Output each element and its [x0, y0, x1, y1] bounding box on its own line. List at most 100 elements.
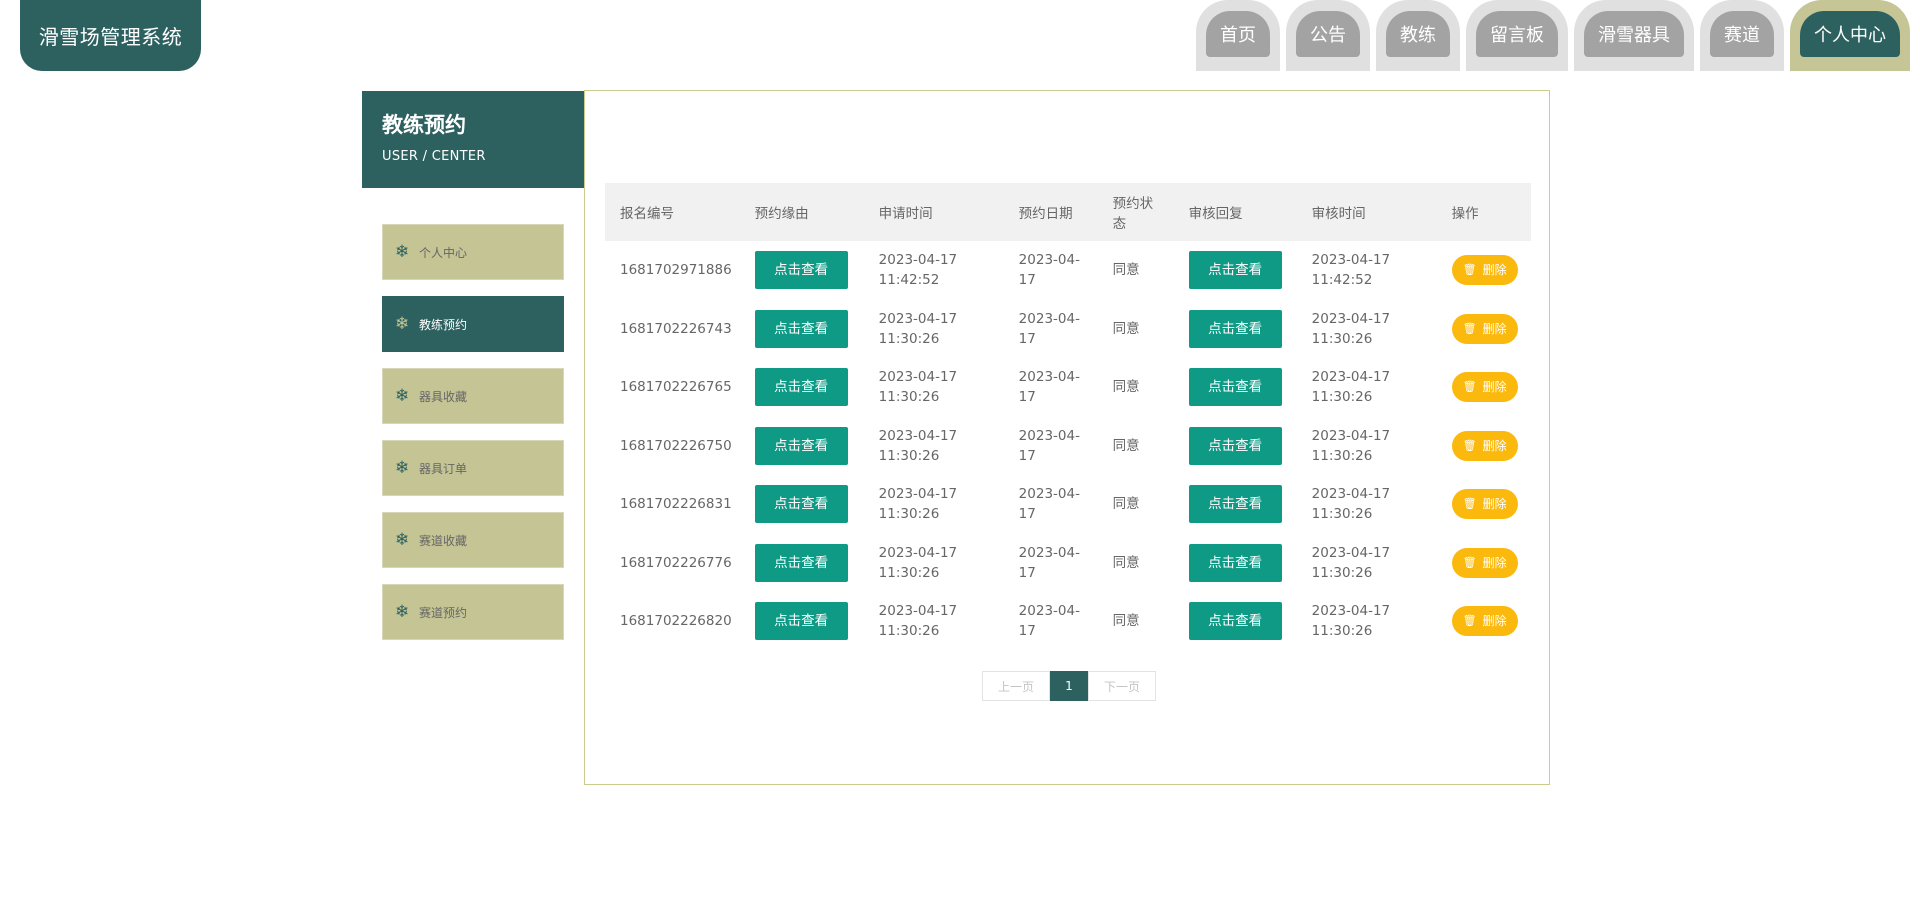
sidebar-item-track-booking[interactable]: ❄ 赛道预约 [382, 584, 564, 640]
header-status: 预约状态 [1112, 196, 1154, 232]
cell-reply: 点击查看 [1174, 358, 1297, 417]
sidebar-item-user-center[interactable]: ❄ 个人中心 [382, 224, 564, 280]
cell-reply: 点击查看 [1174, 300, 1297, 359]
cell-apply-time: 2023-04-17 11:30:26 [878, 369, 958, 406]
view-reply-button[interactable]: 点击查看 [1188, 309, 1282, 348]
prev-page-button[interactable]: 上一页 [982, 671, 1050, 701]
nav-item-label: 教练 [1386, 11, 1450, 57]
nav-item-label: 留言板 [1476, 11, 1558, 57]
sidebar-item-label: 赛道收藏 [419, 533, 468, 548]
delete-button[interactable]: 🗑 删除 [1451, 255, 1518, 286]
cell-apply-time: 2023-04-17 11:30:26 [878, 603, 958, 640]
view-reason-button[interactable]: 点击查看 [754, 309, 848, 348]
cell-no: 1681702226831 [620, 496, 732, 513]
header-no: 报名编号 [620, 206, 674, 222]
cell-date: 2023-04-17 [1018, 252, 1080, 289]
cell-date: 2023-04-17 [1018, 486, 1080, 523]
nav-item-label: 个人中心 [1800, 11, 1900, 57]
delete-button[interactable]: 🗑 删除 [1451, 547, 1518, 578]
view-reason-button[interactable]: 点击查看 [754, 543, 848, 582]
view-reply-button[interactable]: 点击查看 [1188, 251, 1282, 290]
delete-button[interactable]: 🗑 删除 [1451, 313, 1518, 344]
table-row: 1681702226750 点击查看 2023-04-17 11:30:26 2… [605, 417, 1531, 476]
cell-apply-time: 2023-04-17 11:30:26 [878, 544, 958, 581]
cell-no: 1681702226765 [620, 379, 732, 396]
page-number-button[interactable]: 1 [1050, 671, 1088, 701]
trash-icon: 🗑 [1462, 555, 1477, 569]
table-row: 1681702226776 点击查看 2023-04-17 11:30:26 2… [605, 534, 1531, 593]
sidebar-item-coach-booking[interactable]: ❄ 教练预约 [382, 296, 564, 352]
nav-item-label: 公告 [1296, 11, 1360, 57]
header-apply-time: 申请时间 [878, 206, 933, 222]
sidebar-item-label: 器具收藏 [419, 389, 468, 404]
nav-item-notice[interactable]: 公告 [1286, 0, 1370, 71]
trash-icon: 🗑 [1462, 497, 1477, 511]
cell-reply: 点击查看 [1174, 475, 1297, 534]
table-header-row: 报名编号 预约缘由 申请时间 预约日期 预约状态 审核回复 审核时间 操作 [605, 183, 1531, 241]
nav-item-track[interactable]: 赛道 [1700, 0, 1784, 71]
sidebar-item-equipment-orders[interactable]: ❄ 器具订单 [382, 440, 564, 496]
sidebar-item-equipment-favorites[interactable]: ❄ 器具收藏 [382, 368, 564, 424]
delete-button[interactable]: 🗑 删除 [1451, 489, 1518, 520]
view-reason-button[interactable]: 点击查看 [754, 485, 848, 524]
header-reply: 审核回复 [1188, 206, 1243, 222]
snowflake-icon: ❄ [395, 602, 410, 622]
trash-icon: 🗑 [1462, 438, 1477, 452]
view-reply-button[interactable]: 点击查看 [1188, 485, 1282, 524]
sidebar-item-track-favorites[interactable]: ❄ 赛道收藏 [382, 512, 564, 568]
view-reason-button[interactable]: 点击查看 [754, 251, 848, 290]
cell-audit-time: 2023-04-17 11:30:26 [1311, 486, 1391, 523]
cell-status: 同意 [1112, 554, 1140, 571]
view-reason-button[interactable]: 点击查看 [754, 602, 848, 641]
sidebar-title: 教练预约 [382, 113, 466, 137]
app-logo[interactable]: 滑雪场管理系统 [20, 0, 201, 71]
nav-item-ski-equipment[interactable]: 滑雪器具 [1574, 0, 1694, 71]
view-reply-button[interactable]: 点击查看 [1188, 602, 1282, 641]
booking-table-wrapper: 报名编号 预约缘由 申请时间 预约日期 预约状态 审核回复 审核时间 操作 16… [605, 183, 1531, 651]
cell-no: 1681702226743 [620, 320, 732, 337]
delete-label: 删除 [1482, 555, 1507, 570]
sidebar-header: 教练预约 USER / CENTER [362, 91, 584, 188]
view-reason-button[interactable]: 点击查看 [754, 368, 848, 407]
cell-reply: 点击查看 [1174, 417, 1297, 476]
main-panel: 报名编号 预约缘由 申请时间 预约日期 预约状态 审核回复 审核时间 操作 16… [584, 90, 1550, 785]
cell-action: 🗑 删除 [1437, 592, 1531, 651]
delete-label: 删除 [1482, 263, 1507, 278]
delete-button[interactable]: 🗑 删除 [1451, 606, 1518, 637]
table-row: 1681702226743 点击查看 2023-04-17 11:30:26 2… [605, 300, 1531, 359]
cell-status: 同意 [1112, 262, 1140, 279]
view-reply-button[interactable]: 点击查看 [1188, 368, 1282, 407]
cell-status: 同意 [1112, 613, 1140, 630]
cell-audit-time: 2023-04-17 11:30:26 [1311, 427, 1391, 464]
delete-button[interactable]: 🗑 删除 [1451, 372, 1518, 403]
cell-audit-time: 2023-04-17 11:30:26 [1311, 310, 1391, 347]
delete-label: 删除 [1482, 497, 1507, 512]
next-page-button[interactable]: 下一页 [1088, 671, 1156, 701]
cell-reason: 点击查看 [740, 534, 864, 593]
delete-button[interactable]: 🗑 删除 [1451, 430, 1518, 461]
cell-no: 1681702971886 [620, 262, 732, 279]
cell-action: 🗑 删除 [1437, 241, 1531, 300]
header-audit-time: 审核时间 [1311, 206, 1366, 222]
cell-audit-time: 2023-04-17 11:30:26 [1311, 544, 1391, 581]
header-action: 操作 [1451, 206, 1479, 222]
view-reply-button[interactable]: 点击查看 [1188, 543, 1282, 582]
cell-action: 🗑 删除 [1437, 358, 1531, 417]
nav-item-home[interactable]: 首页 [1196, 0, 1280, 71]
sidebar-item-label: 赛道预约 [419, 605, 468, 620]
view-reply-button[interactable]: 点击查看 [1188, 426, 1282, 465]
cell-reason: 点击查看 [740, 592, 864, 651]
nav-item-message-board[interactable]: 留言板 [1466, 0, 1568, 71]
sidebar-item-label: 器具订单 [419, 461, 468, 476]
table-row: 1681702226820 点击查看 2023-04-17 11:30:26 2… [605, 592, 1531, 651]
nav-item-user-center[interactable]: 个人中心 [1790, 0, 1910, 71]
sidebar-item-label: 个人中心 [419, 245, 468, 260]
cell-reply: 点击查看 [1174, 534, 1297, 593]
cell-reason: 点击查看 [740, 475, 864, 534]
trash-icon: 🗑 [1462, 380, 1477, 394]
delete-label: 删除 [1482, 380, 1507, 395]
cell-status: 同意 [1112, 437, 1140, 454]
nav-item-coach[interactable]: 教练 [1376, 0, 1460, 71]
cell-action: 🗑 删除 [1437, 417, 1531, 476]
view-reason-button[interactable]: 点击查看 [754, 426, 848, 465]
